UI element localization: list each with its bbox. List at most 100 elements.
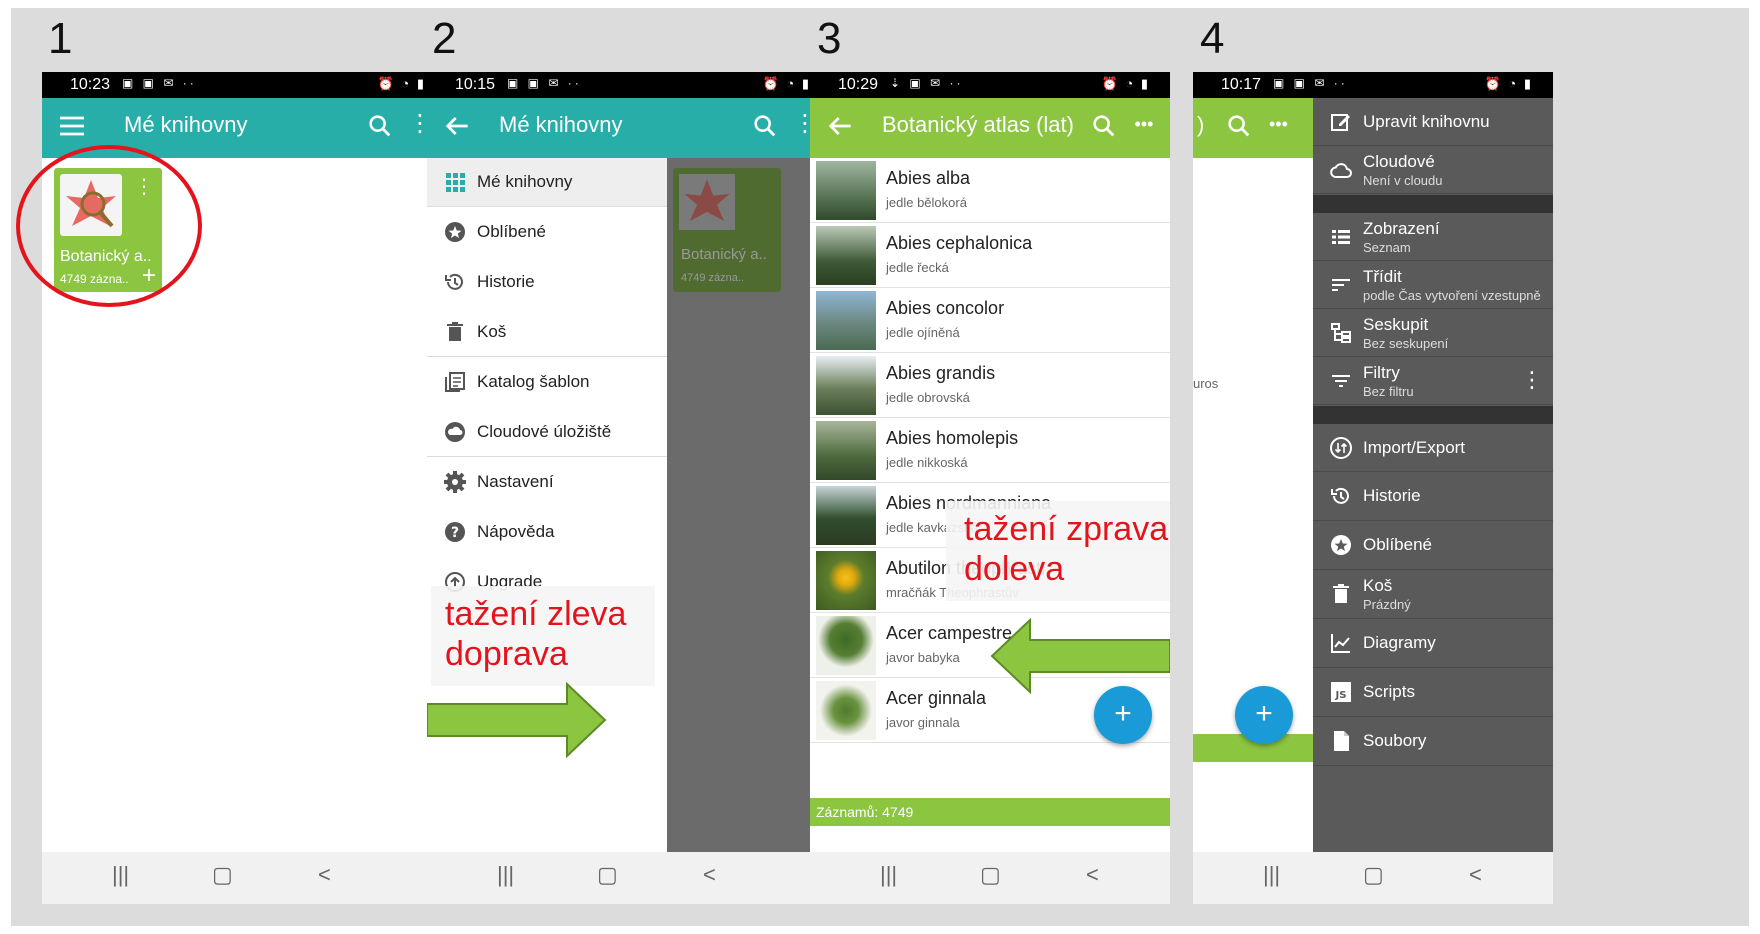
menu-item-charts[interactable]: Diagramy (1313, 619, 1553, 668)
species-name: Acer ginnala (886, 688, 987, 708)
history-icon (445, 273, 463, 290)
overflow-menu-icon[interactable]: ••• (1269, 114, 1288, 135)
back-icon[interactable]: < (318, 862, 331, 888)
menu-item-view[interactable]: Zobrazení Seznam (1313, 213, 1553, 261)
annotation-line: doleva (964, 550, 1065, 588)
species-name: Abies cephalonica (886, 233, 1033, 253)
panel-number-4: 4 (1200, 14, 1225, 63)
menu-item-trash[interactable]: Koš Prázdný (1313, 570, 1553, 619)
menu-item-scripts[interactable]: JS Scripts (1313, 668, 1553, 717)
search-icon[interactable] (751, 112, 779, 140)
annotation-swipe-right: tažení zleva doprava (431, 586, 655, 686)
menu-item-import-export[interactable]: Import/Export (1313, 424, 1553, 472)
plant-thumbnail (816, 551, 876, 610)
back-arrow-icon[interactable] (824, 110, 856, 142)
filters-more-icon[interactable]: ⋮ (1521, 367, 1543, 393)
page-title-partial: ) (1197, 112, 1205, 137)
back-icon[interactable]: < (1469, 862, 1482, 888)
home-icon[interactable]: ▢ (1363, 862, 1384, 888)
menu-item-files[interactable]: Soubory (1313, 717, 1553, 766)
grid-icon (446, 173, 465, 192)
list-item[interactable]: Abies homolepis jedle nikkoská (810, 418, 1170, 483)
home-icon[interactable]: ▢ (212, 862, 233, 888)
drawer-item-template-catalog[interactable]: Katalog šablon (427, 358, 667, 406)
back-arrow-icon[interactable] (441, 110, 473, 142)
back-icon[interactable]: < (703, 862, 716, 888)
home-icon[interactable]: ▢ (597, 862, 618, 888)
species-name: Abies alba (886, 168, 971, 188)
menu-item-label: Historie (1363, 486, 1421, 505)
recent-apps-icon[interactable]: ||| (880, 862, 897, 888)
trash-icon (447, 322, 463, 341)
help-icon: ? (445, 522, 465, 542)
drawer-item-trash[interactable]: Koš (427, 308, 667, 356)
czech-name: jedle nikkoská (886, 455, 968, 470)
list-item[interactable]: Abies cephalonica jedle řecká (810, 223, 1170, 288)
annotation-line: tažení zleva (445, 595, 627, 633)
app-bar: Mé knihovny ⋮ (427, 98, 831, 158)
record-count-bar: Záznamů: 4749 (810, 798, 1170, 826)
recent-apps-icon[interactable]: ||| (112, 862, 129, 888)
system-status-icons: ⏰ ◔ ▮ (377, 76, 426, 91)
menu-item-edit-library[interactable]: Upravit knihovnu (1313, 98, 1553, 146)
status-bar: 10:15 ▣ ▣ ✉ ·· ⏰ ◔ ▮ (427, 72, 831, 98)
menu-item-label: Import/Export (1363, 438, 1466, 457)
drawer-item-label: Historie (477, 272, 535, 291)
library-options-menu: Upravit knihovnu Cloudové Není v cloudu … (1313, 98, 1553, 852)
menu-item-favorites[interactable]: Oblíbené (1313, 521, 1553, 570)
menu-item-cloud[interactable]: Cloudové Není v cloudu (1313, 146, 1553, 194)
list-item[interactable]: Abies grandis jedle obrovská (810, 353, 1170, 418)
menu-item-label: Filtry (1363, 363, 1400, 382)
list-item[interactable]: Abies concolor jedle ojíněná (810, 288, 1170, 353)
search-icon[interactable] (1225, 112, 1253, 140)
dimmed-content[interactable]: Botanický a.. 4749 zázna.. (667, 158, 831, 852)
drawer-item-settings[interactable]: Nastavení (427, 458, 667, 506)
recent-apps-icon[interactable]: ||| (1263, 862, 1280, 888)
drawer-item-label: Nápověda (477, 522, 555, 541)
home-icon[interactable]: ▢ (980, 862, 1001, 888)
notification-icons: ▣ ▣ ✉ ·· (1273, 76, 1348, 90)
library-logo (679, 174, 735, 230)
drawer-item-history[interactable]: Historie (427, 258, 667, 306)
plant-thumbnail (816, 161, 876, 220)
history-icon (1331, 487, 1349, 504)
status-time: 10:17 (1221, 76, 1262, 93)
add-record-fab[interactable]: + (1235, 686, 1293, 744)
drawer-item-favorites[interactable]: Oblíbené (427, 208, 667, 256)
status-time: 10:29 (838, 76, 879, 93)
drawer-item-label: Nastavení (477, 472, 554, 491)
menu-item-subtitle: podle Čas vytvoření vzestupně (1363, 288, 1541, 303)
menu-section-gap (1313, 406, 1553, 424)
sort-icon (1332, 279, 1350, 291)
menu-item-label: Upravit knihovnu (1363, 112, 1490, 131)
overflow-menu-icon[interactable]: ••• (1132, 112, 1156, 140)
cloud-icon (445, 422, 465, 442)
drawer-item-cloud-storage[interactable]: Cloudové úložiště (427, 408, 667, 456)
system-status-icons: ⏰ ◔ ▮ (762, 76, 811, 91)
page-title: Botanický atlas (lat) (882, 112, 1074, 137)
back-icon[interactable]: < (1086, 862, 1099, 888)
arrow-left-graphic (990, 618, 1170, 694)
search-icon[interactable] (366, 112, 394, 140)
menu-item-history[interactable]: Historie (1313, 472, 1553, 521)
file-icon (1334, 731, 1349, 751)
menu-item-group[interactable]: Seskupit Bez seskupení (1313, 309, 1553, 357)
hamburger-menu-icon[interactable] (56, 110, 88, 142)
android-nav-bar: ||| ▢ < (42, 852, 446, 904)
drawer-item-my-libraries[interactable]: Mé knihovny (427, 158, 667, 206)
add-record-fab[interactable]: + (1094, 686, 1152, 744)
search-icon[interactable] (1090, 112, 1118, 140)
divider (427, 356, 667, 357)
menu-item-filters[interactable]: Filtry Bez filtru ⋮ (1313, 357, 1553, 405)
czech-name: jedle ojíněná (886, 325, 960, 340)
menu-item-subtitle: Seznam (1363, 240, 1411, 255)
species-name: Abies homolepis (886, 428, 1019, 448)
menu-section-gap (1313, 195, 1553, 213)
menu-item-sort[interactable]: Třídit podle Čas vytvoření vzestupně (1313, 261, 1553, 309)
status-bar: 10:17 ▣ ▣ ✉ ·· ⏰ ◔ ▮ (1193, 72, 1553, 98)
recent-apps-icon[interactable]: ||| (497, 862, 514, 888)
list-item[interactable]: Abies alba jedle bělokorá (810, 158, 1170, 223)
annotation-line: tažení zprava (964, 510, 1169, 548)
phone-screen-3: 10:29 ⇣ ▣ ✉ ·· ⏰ ◔ ▮ Botanický atlas (la… (810, 72, 1170, 904)
drawer-item-help[interactable]: ? Nápověda (427, 508, 667, 556)
